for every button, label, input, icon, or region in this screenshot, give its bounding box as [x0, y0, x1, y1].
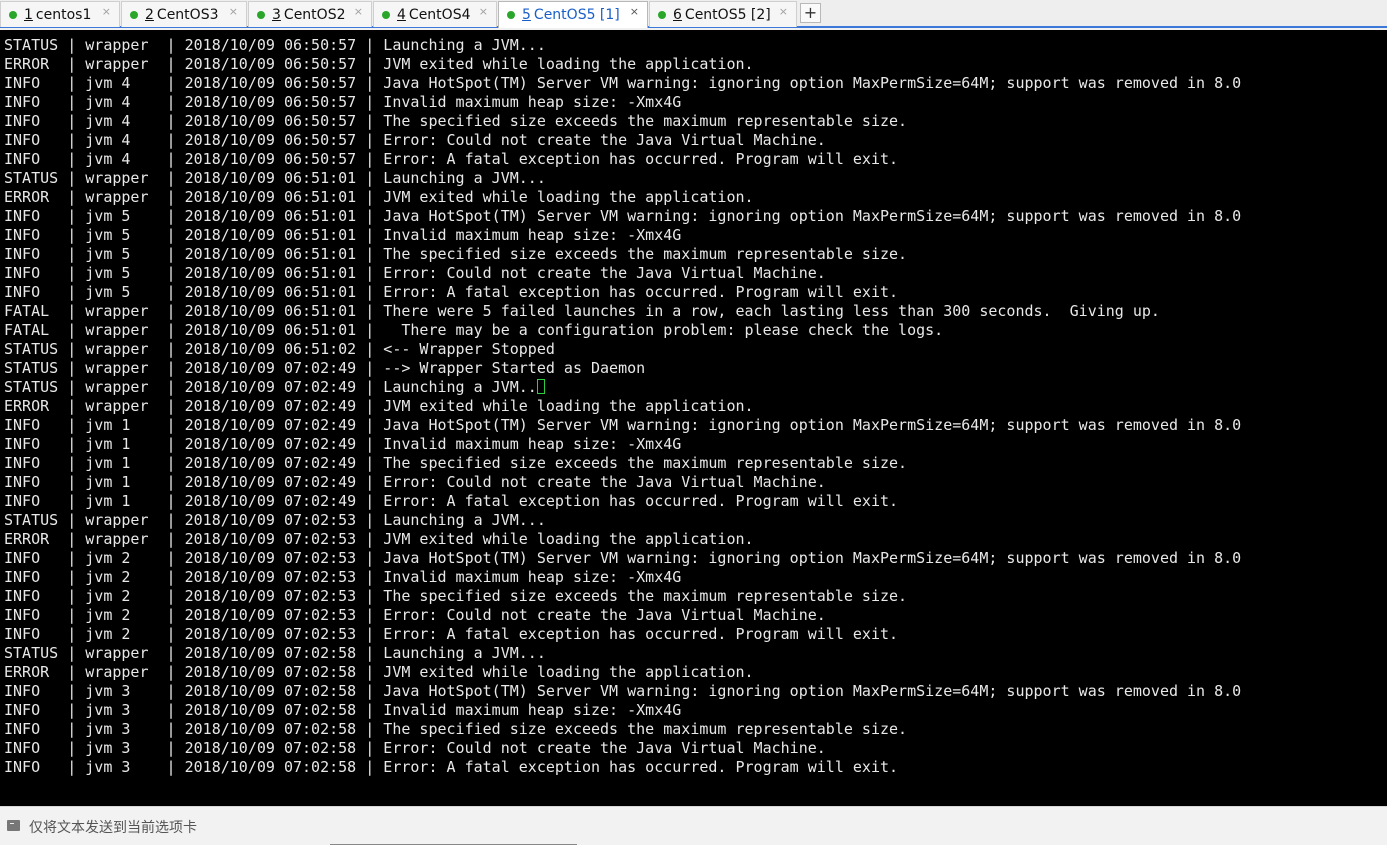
log-line: ERROR | wrapper | 2018/10/09 06:51:01 | …: [4, 188, 754, 206]
connection-status-icon: [658, 10, 666, 19]
log-line: INFO | jvm 2 | 2018/10/09 07:02:53 | Err…: [4, 625, 899, 643]
tab-label: CentOS5 [1]: [533, 7, 620, 23]
tab-session-6[interactable]: 6 CentOS5 [2] ×: [649, 1, 797, 27]
tab-number: 6: [673, 6, 682, 23]
log-line: FATAL | wrapper | 2018/10/09 06:51:01 | …: [4, 302, 1160, 320]
send-to-current-tab-label: 仅将文本发送到当前选项卡: [29, 820, 197, 836]
add-tab-button[interactable]: +: [800, 3, 821, 23]
tab-label: CentOS4: [408, 6, 471, 23]
log-line: ERROR | wrapper | 2018/10/09 07:02:58 | …: [4, 663, 754, 681]
close-icon[interactable]: ×: [779, 5, 788, 18]
terminal-output[interactable]: STATUS | wrapper | 2018/10/09 06:50:57 |…: [0, 30, 1387, 806]
log-line: INFO | jvm 4 | 2018/10/09 06:50:57 | Err…: [4, 150, 899, 168]
tab-number: 1: [24, 6, 33, 23]
connection-status-icon: [382, 10, 390, 19]
connection-status-icon: [130, 10, 138, 19]
log-line: INFO | jvm 5 | 2018/10/09 06:51:01 | Err…: [4, 283, 899, 301]
tab-label: CentOS5 [2]: [684, 6, 771, 23]
log-line: STATUS | wrapper | 2018/10/09 07:02:49 |…: [4, 359, 646, 377]
log-line: ERROR | wrapper | 2018/10/09 07:02:53 | …: [4, 530, 754, 548]
log-line: INFO | jvm 2 | 2018/10/09 07:02:53 | The…: [4, 587, 908, 605]
session-tab-bar: 1 centos1 × 2 CentOS3 × 3 CentOS2 × 4 Ce…: [0, 0, 1387, 28]
tab-number: 3: [272, 6, 281, 23]
terminal-icon: [7, 820, 20, 831]
close-icon[interactable]: ×: [102, 5, 111, 18]
terminal-app-window: 1 centos1 × 2 CentOS3 × 3 CentOS2 × 4 Ce…: [0, 0, 1387, 845]
close-icon[interactable]: ×: [630, 5, 639, 18]
log-line: INFO | jvm 1 | 2018/10/09 07:02:49 | Err…: [4, 473, 826, 491]
connection-status-icon: [507, 11, 515, 19]
log-text: STATUS | wrapper | 2018/10/09 06:50:57 |…: [4, 36, 1241, 777]
send-to-tab-bar[interactable]: 仅将文本发送到当前选项卡: [0, 806, 1387, 845]
log-line: INFO | jvm 3 | 2018/10/09 07:02:58 | Inv…: [4, 701, 682, 719]
connection-status-icon: [9, 10, 17, 19]
log-line: INFO | jvm 4 | 2018/10/09 06:50:57 | Err…: [4, 131, 826, 149]
tab-session-3[interactable]: 3 CentOS2 ×: [248, 1, 372, 27]
log-line: ERROR | wrapper | 2018/10/09 06:50:57 | …: [4, 55, 754, 73]
log-line: INFO | jvm 4 | 2018/10/09 06:50:57 | Jav…: [4, 74, 1242, 92]
log-line: INFO | jvm 3 | 2018/10/09 07:02:58 | Jav…: [4, 682, 1242, 700]
tab-session-1[interactable]: 1 centos1 ×: [0, 1, 120, 27]
close-icon[interactable]: ×: [479, 5, 488, 18]
log-line: INFO | jvm 1 | 2018/10/09 07:02:49 | Err…: [4, 492, 899, 510]
log-line: ERROR | wrapper | 2018/10/09 07:02:49 | …: [4, 397, 754, 415]
log-line: INFO | jvm 5 | 2018/10/09 06:51:01 | The…: [4, 245, 908, 263]
log-line: INFO | jvm 2 | 2018/10/09 07:02:53 | Err…: [4, 606, 826, 624]
text-cursor: [536, 379, 545, 394]
tab-label: CentOS3: [156, 6, 219, 23]
tab-session-4[interactable]: 4 CentOS4 ×: [373, 1, 497, 27]
log-line: INFO | jvm 2 | 2018/10/09 07:02:53 | Jav…: [4, 549, 1242, 567]
tab-label: centos1: [35, 6, 92, 23]
log-line: FATAL | wrapper | 2018/10/09 06:51:01 | …: [4, 321, 944, 339]
log-line: INFO | jvm 1 | 2018/10/09 07:02:49 | Jav…: [4, 416, 1242, 434]
log-line: STATUS | wrapper | 2018/10/09 07:02:49 |…: [4, 378, 1241, 397]
connection-status-icon: [257, 10, 265, 19]
log-line: STATUS | wrapper | 2018/10/09 06:51:01 |…: [4, 169, 546, 187]
log-line: INFO | jvm 1 | 2018/10/09 07:02:49 | The…: [4, 454, 908, 472]
tab-session-2[interactable]: 2 CentOS3 ×: [121, 1, 247, 27]
log-line: STATUS | wrapper | 2018/10/09 07:02:53 |…: [4, 511, 546, 529]
log-line: INFO | jvm 1 | 2018/10/09 07:02:49 | Inv…: [4, 435, 682, 453]
log-line: INFO | jvm 5 | 2018/10/09 06:51:01 | Jav…: [4, 207, 1242, 225]
tab-label: CentOS2: [283, 6, 346, 23]
tab-number: 4: [397, 6, 406, 23]
log-line: INFO | jvm 4 | 2018/10/09 06:50:57 | The…: [4, 112, 908, 130]
tab-number: 2: [145, 6, 154, 23]
log-line: INFO | jvm 5 | 2018/10/09 06:51:01 | Err…: [4, 264, 826, 282]
log-line: STATUS | wrapper | 2018/10/09 06:51:02 |…: [4, 340, 555, 358]
tab-session-5-active[interactable]: 5 CentOS5 [1] ×: [498, 1, 648, 28]
log-line: INFO | jvm 2 | 2018/10/09 07:02:53 | Inv…: [4, 568, 682, 586]
log-line: INFO | jvm 3 | 2018/10/09 07:02:58 | Err…: [4, 739, 826, 757]
log-line: INFO | jvm 3 | 2018/10/09 07:02:58 | Err…: [4, 758, 899, 776]
close-icon[interactable]: ×: [354, 5, 363, 18]
close-icon[interactable]: ×: [229, 5, 238, 18]
log-line: INFO | jvm 3 | 2018/10/09 07:02:58 | The…: [4, 720, 908, 738]
log-line: STATUS | wrapper | 2018/10/09 07:02:58 |…: [4, 644, 546, 662]
log-line: STATUS | wrapper | 2018/10/09 06:50:57 |…: [4, 36, 546, 54]
log-line: INFO | jvm 4 | 2018/10/09 06:50:57 | Inv…: [4, 93, 682, 111]
log-line: INFO | jvm 5 | 2018/10/09 06:51:01 | Inv…: [4, 226, 682, 244]
tab-number: 5: [522, 7, 531, 23]
